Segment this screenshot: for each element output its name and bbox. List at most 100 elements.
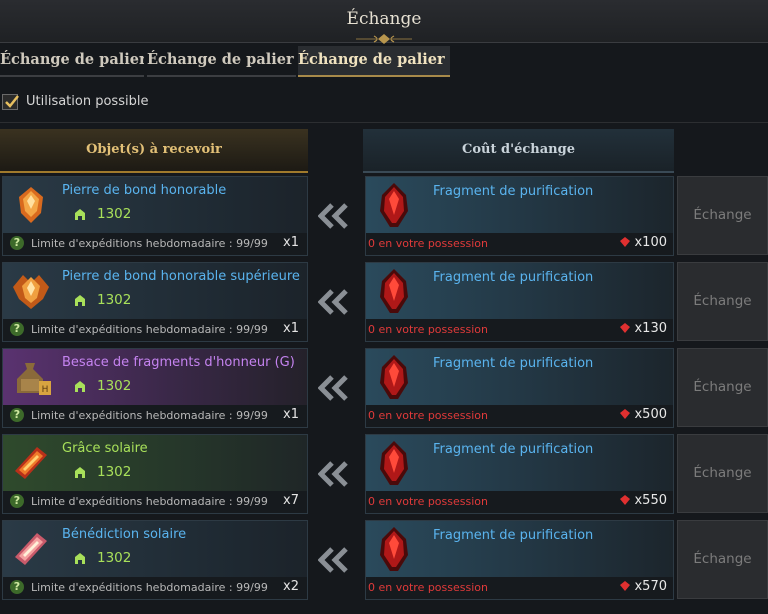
double-chevron-left-icon xyxy=(318,461,348,487)
cost-item-name: Fragment de purification xyxy=(433,270,594,285)
item-level: 1302 xyxy=(97,550,132,566)
superior-bound-stone-icon xyxy=(13,275,49,309)
solar-blessing-icon xyxy=(15,533,47,565)
item-name: Besace de fragments d'honneur (G) xyxy=(62,355,295,370)
item-quantity: x7 xyxy=(283,493,299,508)
exchange-button[interactable]: Échange xyxy=(677,176,768,255)
possession-count: 0 en votre possession xyxy=(368,409,488,422)
item-level: 1302 xyxy=(97,292,132,308)
double-chevron-left-icon xyxy=(318,547,348,573)
possession-count: 0 en votre possession xyxy=(368,581,488,594)
help-icon[interactable]: ? xyxy=(10,580,24,594)
usable-label: Utilisation possible xyxy=(26,94,149,109)
receive-item-card[interactable]: Pierre de bond honorable 1302 ? Limite d… xyxy=(2,176,308,256)
cost-item-name: Fragment de purification xyxy=(433,528,594,543)
cost-item-card[interactable]: Fragment de purification 0 en votre poss… xyxy=(365,434,674,514)
item-level-icon xyxy=(75,381,85,392)
purification-fragment-icon xyxy=(380,355,408,399)
cost-amount: x100 xyxy=(620,235,667,250)
cost-header: Coût d'échange xyxy=(363,129,674,173)
exchange-row: Pierre de bond honorable 1302 ? Limite d… xyxy=(0,176,768,256)
exchange-button[interactable]: Échange xyxy=(677,434,768,513)
purification-fragment-icon xyxy=(380,441,408,485)
help-icon[interactable]: ? xyxy=(10,408,24,422)
weekly-limit: Limite d'expéditions hebdomadaire : 99/9… xyxy=(31,581,268,594)
help-icon[interactable]: ? xyxy=(10,494,24,508)
item-level: 1302 xyxy=(97,464,132,480)
exchange-button[interactable]: Échange xyxy=(677,520,768,599)
item-name: Pierre de bond honorable xyxy=(62,183,227,198)
receive-item-card[interactable]: Grâce solaire 1302 ? Limite d'expédition… xyxy=(2,434,308,514)
title-ornament-icon xyxy=(356,34,412,44)
tab-tier-3[interactable]: Échange de palier 3 xyxy=(298,46,450,77)
cost-item-card[interactable]: Fragment de purification 0 en votre poss… xyxy=(365,520,674,600)
item-quantity: x1 xyxy=(283,321,299,336)
possession-count: 0 en votre possession xyxy=(368,323,488,336)
tier-tabs: Échange de palier 1 Échange de palier 2 … xyxy=(0,46,768,77)
weekly-limit: Limite d'expéditions hebdomadaire : 99/9… xyxy=(31,237,268,250)
exchange-button[interactable]: Échange xyxy=(677,262,768,341)
help-icon[interactable]: ? xyxy=(10,236,24,250)
weekly-limit: Limite d'expéditions hebdomadaire : 99/9… xyxy=(31,409,268,422)
red-gem-icon xyxy=(620,409,631,419)
cost-amount: x500 xyxy=(620,407,667,422)
cost-item-name: Fragment de purification xyxy=(433,442,594,457)
red-gem-icon xyxy=(620,495,631,505)
possession-count: 0 en votre possession xyxy=(368,495,488,508)
possession-count: 0 en votre possession xyxy=(368,237,488,250)
cost-item-name: Fragment de purification xyxy=(433,184,594,199)
exchange-row: Grâce solaire 1302 ? Limite d'expédition… xyxy=(0,434,768,514)
checkmark-icon xyxy=(5,95,19,108)
cost-amount: x570 xyxy=(620,579,667,594)
item-quantity: x1 xyxy=(283,235,299,250)
cost-amount-value: x500 xyxy=(634,407,667,422)
red-gem-icon xyxy=(620,581,631,591)
receive-item-card[interactable]: Pierre de bond honorable supérieure 1302… xyxy=(2,262,308,342)
item-level-icon xyxy=(75,209,85,220)
cost-item-card[interactable]: Fragment de purification 0 en votre poss… xyxy=(365,176,674,256)
item-quantity: x1 xyxy=(283,407,299,422)
title-bar: Échange xyxy=(0,0,768,44)
cost-amount-value: x570 xyxy=(634,579,667,594)
weekly-limit: Limite d'expéditions hebdomadaire : 99/9… xyxy=(31,495,268,508)
exchange-row: H Besace de fragments d'honneur (G) 1302… xyxy=(0,348,768,428)
cost-amount-value: x100 xyxy=(634,235,667,250)
item-level-icon xyxy=(75,467,85,478)
exchange-row: Bénédiction solaire 1302 ? Limite d'expé… xyxy=(0,520,768,600)
svg-text:H: H xyxy=(42,385,49,395)
cost-item-name: Fragment de purification xyxy=(433,356,594,371)
cost-item-card[interactable]: Fragment de purification 0 en votre poss… xyxy=(365,348,674,428)
cost-amount: x130 xyxy=(620,321,667,336)
purification-fragment-icon xyxy=(380,269,408,313)
item-name: Grâce solaire xyxy=(62,441,148,456)
red-gem-icon xyxy=(620,237,631,247)
receive-item-card[interactable]: H Besace de fragments d'honneur (G) 1302… xyxy=(2,348,308,428)
exchange-button[interactable]: Échange xyxy=(677,348,768,427)
exchange-row: Pierre de bond honorable supérieure 1302… xyxy=(0,262,768,342)
cost-item-card[interactable]: Fragment de purification 0 en votre poss… xyxy=(365,262,674,342)
item-level: 1302 xyxy=(97,378,132,394)
solar-grace-icon xyxy=(15,447,47,479)
item-quantity: x2 xyxy=(283,579,299,594)
divider xyxy=(0,122,768,123)
usable-checkbox[interactable] xyxy=(2,94,19,110)
pouch-icon: H xyxy=(17,363,51,395)
receive-item-card[interactable]: Bénédiction solaire 1302 ? Limite d'expé… xyxy=(2,520,308,600)
double-chevron-left-icon xyxy=(318,289,348,315)
tab-tier-1[interactable]: Échange de palier 1 xyxy=(0,46,144,77)
receive-header: Objet(s) à recevoir xyxy=(0,129,308,173)
weekly-limit: Limite d'expéditions hebdomadaire : 99/9… xyxy=(31,323,268,336)
double-chevron-left-icon xyxy=(318,203,348,229)
purification-fragment-icon xyxy=(380,527,408,571)
cost-amount: x550 xyxy=(620,493,667,508)
tab-tier-2[interactable]: Échange de palier 2 xyxy=(147,46,296,77)
cost-amount-value: x550 xyxy=(634,493,667,508)
red-gem-icon xyxy=(620,323,631,333)
bound-stone-icon xyxy=(19,187,43,223)
window-title: Échange xyxy=(346,9,422,29)
help-icon[interactable]: ? xyxy=(10,322,24,336)
item-name: Bénédiction solaire xyxy=(62,527,187,542)
item-level-icon xyxy=(75,553,85,564)
item-name: Pierre de bond honorable supérieure xyxy=(62,269,300,284)
cost-amount-value: x130 xyxy=(634,321,667,336)
